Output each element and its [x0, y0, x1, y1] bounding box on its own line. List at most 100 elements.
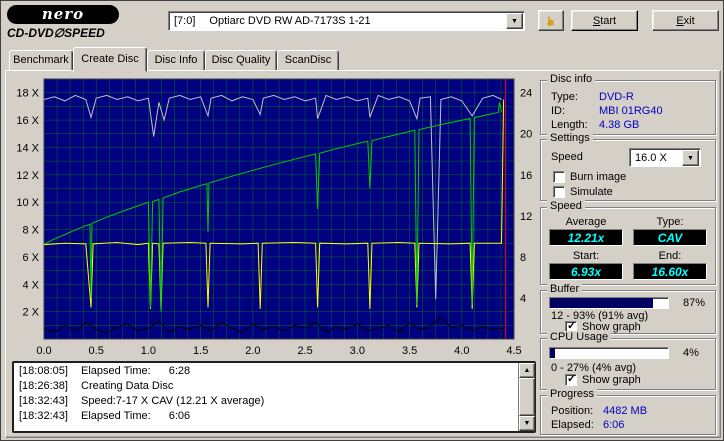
burn-image-checkbox[interactable] [553, 171, 565, 183]
disc-id-label: ID: [551, 105, 566, 117]
svg-text:2.0: 2.0 [245, 345, 260, 357]
speed-select[interactable]: 16.0 X ▼ [629, 148, 701, 167]
disc-type-label: Type: [551, 91, 578, 103]
tab-disc-quality[interactable]: Disc Quality [205, 50, 277, 71]
burn-image-label: Burn image [570, 171, 627, 183]
scrollbar-thumb[interactable] [519, 378, 535, 416]
svg-text:3.0: 3.0 [350, 345, 365, 357]
svg-text:18 X: 18 X [16, 88, 39, 100]
svg-text:10 X: 10 X [16, 197, 39, 209]
disc-info-title: Disc info [547, 73, 596, 85]
log-value: 6:06 [168, 410, 191, 422]
log-time: [18:32:43] [19, 410, 68, 422]
svg-text:0.5: 0.5 [89, 345, 104, 357]
cpu-usage-group: CPU Usage 4% 0 - 27% (4% avg) Show graph [540, 331, 716, 390]
log-text: Elapsed Time: [81, 410, 151, 422]
log-row: [18:26:38] Creating Data Disc [15, 379, 517, 394]
tab-scandisc[interactable]: ScanDisc [277, 50, 339, 71]
speed-chart: 2 X 4 X 6 X 8 X 10 X 12 X 14 X 16 X 18 X 4 8 12 16 20… [16, 78, 532, 357]
disc-length-label: Length: [551, 119, 588, 131]
svg-text:4.0: 4.0 [454, 345, 469, 357]
buffer-bar-fill [550, 298, 653, 308]
drive-select-value: [7:0] Optiarc DVD RW AD-7173S 1-21 [169, 15, 506, 27]
app-window: nero CD-DVD∅SPEED [7:0] Optiarc DVD RW AD… [0, 0, 724, 441]
log-time: [18:08:05] [19, 365, 68, 377]
svg-text:2 X: 2 X [22, 307, 39, 319]
svg-text:1.5: 1.5 [193, 345, 208, 357]
log-panel: [18:08:05] Elapsed Time: 6:28 [18:26:38] Cr… [12, 361, 536, 433]
tab-create-disc[interactable]: Create Disc [73, 47, 147, 72]
disc-id-value: MBI 01RG40 [599, 105, 663, 117]
speed-group-title: Speed [547, 200, 585, 212]
end-speed-value: 16.60x [633, 263, 707, 280]
chevron-down-icon: ▼ [511, 18, 518, 25]
scroll-up-button[interactable]: ▲ [519, 363, 535, 378]
cpu-show-graph-checkbox[interactable] [565, 372, 577, 386]
drive-select-dropdown-button[interactable]: ▼ [506, 13, 523, 29]
speed-setting-label: Speed [551, 151, 583, 163]
log-time: [18:32:43] [19, 395, 68, 407]
exit-button[interactable]: Exit [652, 10, 719, 31]
average-label: Average [565, 216, 607, 228]
svg-text:16 X: 16 X [16, 115, 39, 127]
log-row: [18:32:43] Elapsed Time: 6:06 [15, 409, 517, 424]
arrow-down-icon: ▼ [523, 420, 531, 427]
settings-group: Settings Speed 16.0 X ▼ Burn image Simul… [540, 132, 716, 201]
end-speed-label: End: [658, 250, 682, 262]
svg-text:16: 16 [520, 170, 532, 182]
cpu-group-title: CPU Usage [547, 331, 612, 343]
log-text: Elapsed Time: [81, 365, 151, 377]
cpu-bar-fill [550, 348, 555, 358]
svg-text:3.5: 3.5 [402, 345, 417, 357]
nero-logo: nero [7, 5, 119, 24]
svg-text:1.0: 1.0 [141, 345, 156, 357]
scroll-down-button[interactable]: ▼ [519, 416, 535, 431]
simulate-checkbox[interactable] [553, 186, 565, 198]
elapsed-value: 6:06 [603, 419, 625, 431]
position-value: 4482 MB [603, 405, 648, 417]
progress-group: Progress Position: 4482 MB Elapsed: 6:06 [540, 388, 716, 435]
svg-text:4 X: 4 X [22, 279, 39, 291]
log-row: [18:32:43] Speed:7-17 X CAV (12.21 X aver… [15, 394, 517, 409]
tab-disc-info[interactable]: Disc Info [147, 50, 205, 71]
progress-group-title: Progress [547, 388, 598, 400]
svg-text:12 X: 12 X [16, 170, 39, 182]
position-label: Position: [551, 405, 594, 417]
log-text: Speed:7-17 X CAV (12.21 X average) [81, 395, 265, 407]
eject-button[interactable]: ☛ [538, 10, 564, 31]
log-row: [18:08:05] Elapsed Time: 6:28 [15, 364, 517, 379]
chevron-down-icon: ▼ [687, 154, 694, 162]
log-value: 6:28 [168, 365, 191, 377]
svg-text:4: 4 [520, 293, 526, 305]
svg-text:20: 20 [520, 129, 532, 141]
buffer-bar [549, 297, 669, 309]
svg-text:8: 8 [520, 252, 526, 264]
arrow-up-icon: ▲ [523, 367, 531, 374]
simulate-label: Simulate [570, 186, 613, 198]
drive-select[interactable]: [7:0] Optiarc DVD RW AD-7173S 1-21 ▼ [168, 11, 525, 31]
buffer-group-title: Buffer [547, 283, 583, 295]
buffer-percent: 87% [683, 297, 706, 309]
start-button[interactable]: Start [571, 10, 638, 31]
average-speed-value: 12.21x [549, 229, 623, 246]
disc-info-group: Disc info Type: DVD-R ID: MBI 01RG40 Lengt… [540, 73, 716, 135]
tab-page-create-disc: 2 X 4 X 6 X 8 X 10 X 12 X 14 X 16 X 18 X 4 8 12 16 20… [5, 70, 721, 438]
disc-length-value: 4.38 GB [599, 119, 640, 131]
drive-bus-id: [7:0] [174, 15, 196, 27]
settings-title: Settings [547, 132, 593, 144]
speed-group: Speed Average Type: 12.21x CAV Start: En… [540, 200, 716, 285]
type-label: Type: [656, 216, 684, 228]
log-scrollbar[interactable]: ▲ ▼ [518, 363, 535, 431]
svg-text:24: 24 [520, 88, 532, 100]
tab-benchmark[interactable]: Benchmark [9, 50, 73, 71]
cpu-range: 0 - 27% (4% avg) [551, 362, 636, 374]
log-list[interactable]: [18:08:05] Elapsed Time: 6:28 [18:26:38] Cr… [15, 364, 517, 430]
cpu-bar [549, 347, 669, 359]
hand-icon: ☛ [543, 14, 558, 27]
svg-text:0.0: 0.0 [36, 345, 51, 357]
speed-select-dropdown-button[interactable]: ▼ [682, 149, 699, 166]
log-time: [18:26:38] [19, 380, 68, 392]
svg-text:12: 12 [520, 211, 532, 223]
cpu-show-graph-label: Show graph [582, 374, 641, 386]
start-button-label: Start [592, 14, 617, 27]
